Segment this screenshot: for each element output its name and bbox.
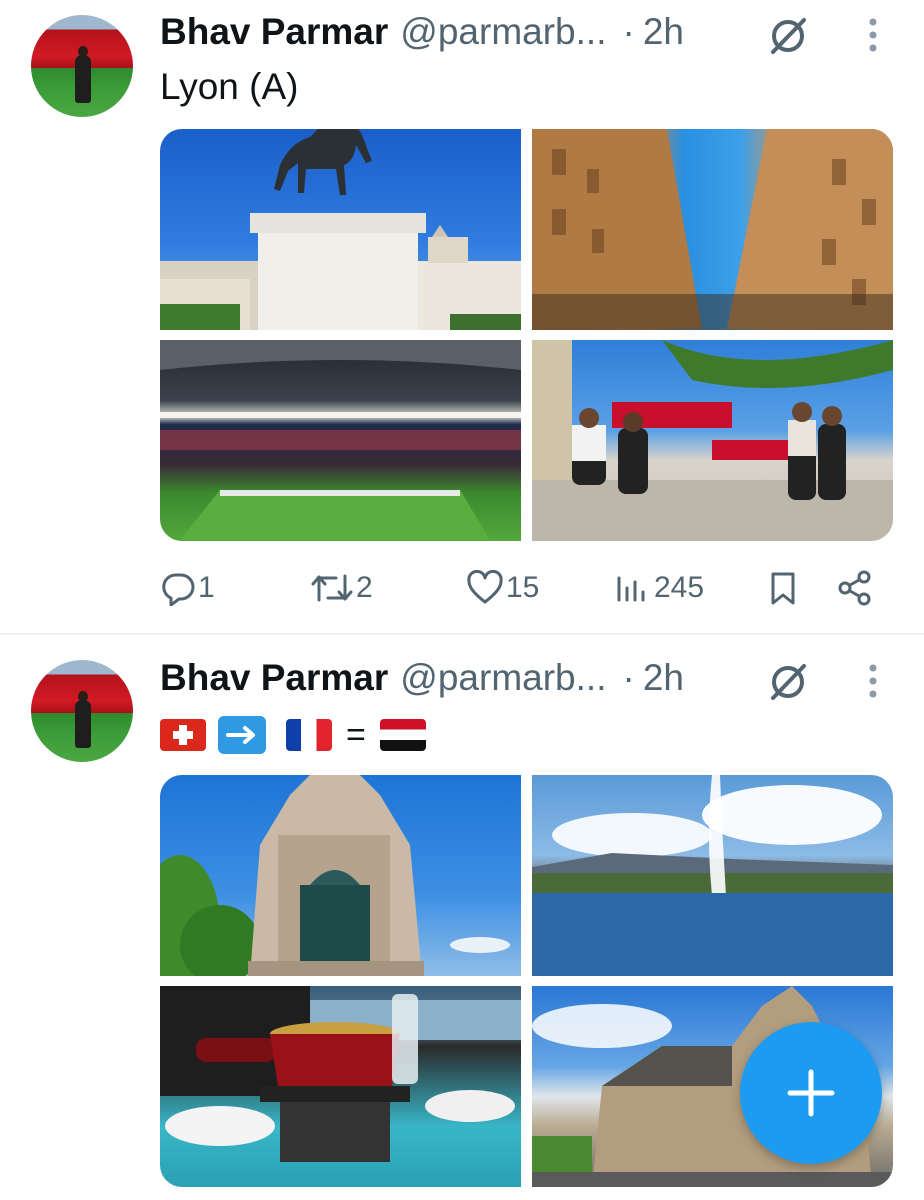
- plus-icon: [787, 1069, 835, 1117]
- bookmark-button[interactable]: [766, 560, 800, 616]
- france-flag-icon: [286, 719, 332, 751]
- like-count: 15: [506, 571, 540, 604]
- tweet-header: Bhav Parmar @parmarb... · 2h: [160, 654, 684, 702]
- switzerland-flag-icon: [160, 719, 206, 751]
- statue-photo[interactable]: [160, 129, 521, 330]
- bookmark-icon: [771, 572, 795, 605]
- views-count: 245: [654, 571, 705, 604]
- street-photo[interactable]: [532, 129, 893, 330]
- compose-button[interactable]: [740, 1022, 882, 1164]
- separator-dot: ·: [622, 657, 635, 698]
- timestamp[interactable]: 2h: [643, 11, 684, 53]
- lake-fountain-photo[interactable]: [532, 775, 893, 976]
- yemen-flag-icon: [379, 719, 426, 751]
- repost-count: 2: [356, 571, 373, 604]
- share-button[interactable]: [836, 560, 874, 616]
- right-arrow-icon: [218, 716, 266, 754]
- more-options-icon[interactable]: [862, 16, 884, 56]
- repost-button[interactable]: 2: [310, 560, 373, 616]
- author-name[interactable]: Bhav Parmar: [160, 657, 388, 699]
- views-button[interactable]: 245: [614, 560, 704, 616]
- views-icon: [617, 576, 645, 602]
- reply-button[interactable]: 1: [160, 560, 215, 616]
- tweet[interactable]: Bhav Parmar @parmarb... · 2h Lyon (A) 1 …: [0, 0, 924, 633]
- stadium-photo[interactable]: [160, 340, 521, 541]
- equals-sign: =: [346, 715, 366, 754]
- avatar[interactable]: [31, 15, 133, 117]
- tweet-actions: 1 2 15 245: [160, 560, 880, 616]
- fondue-photo[interactable]: [160, 986, 521, 1187]
- author-handle[interactable]: @parmarb...: [400, 657, 606, 699]
- separator-dot: ·: [622, 11, 635, 52]
- group-photo[interactable]: [532, 340, 893, 541]
- grok-icon[interactable]: [766, 660, 810, 704]
- tweet-header: Bhav Parmar @parmarb... · 2h: [160, 8, 684, 56]
- share-icon: [838, 570, 871, 606]
- tweet-text: Lyon (A): [160, 66, 299, 107]
- heart-icon: [467, 570, 503, 604]
- author-name[interactable]: Bhav Parmar: [160, 11, 388, 53]
- timestamp[interactable]: 2h: [643, 657, 684, 699]
- grok-icon[interactable]: [766, 14, 810, 58]
- tweet-text: =: [160, 715, 426, 755]
- avatar[interactable]: [31, 660, 133, 762]
- like-button[interactable]: 15: [466, 560, 539, 616]
- reply-icon: [162, 573, 195, 606]
- monument-photo[interactable]: [160, 775, 521, 976]
- more-options-icon[interactable]: [862, 662, 884, 702]
- media-grid: [160, 129, 893, 541]
- reply-count: 1: [198, 571, 215, 604]
- author-handle[interactable]: @parmarb...: [400, 11, 606, 53]
- repost-icon: [311, 574, 353, 602]
